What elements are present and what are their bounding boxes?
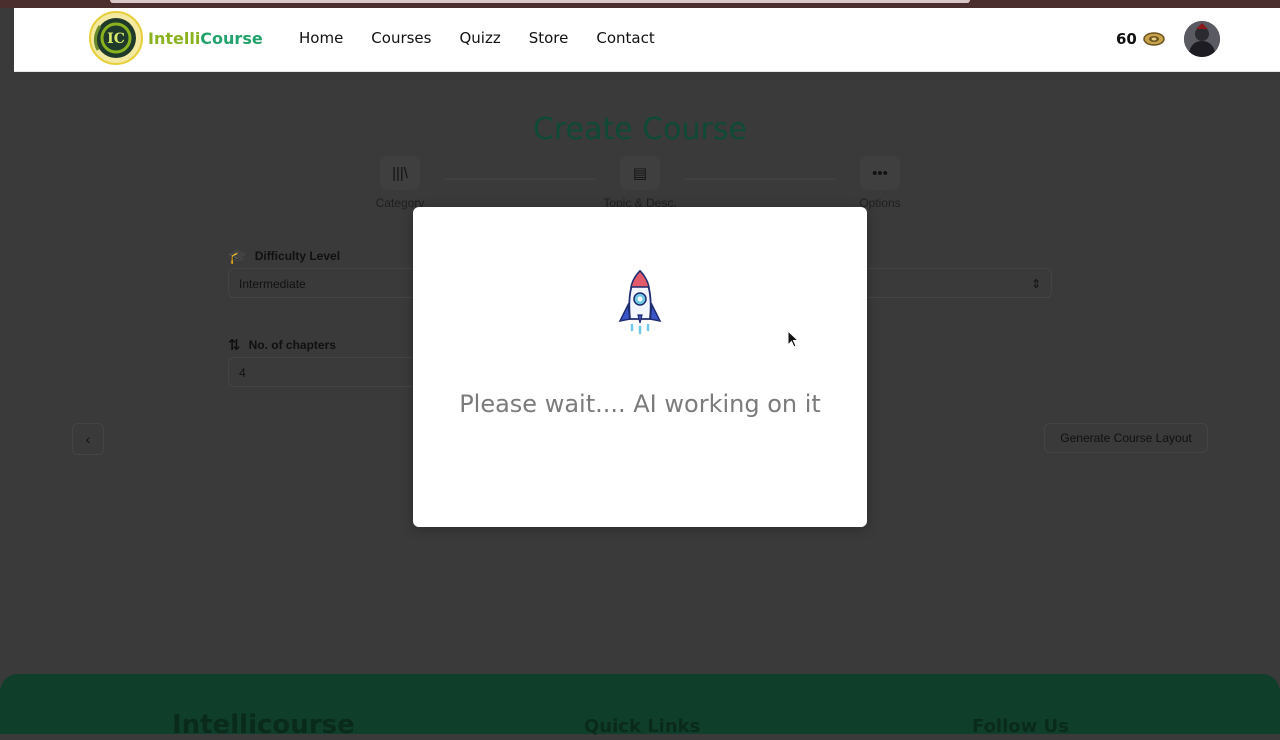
nav-links: Home Courses Quizz Store Contact bbox=[299, 29, 655, 47]
avatar-image bbox=[1184, 21, 1220, 57]
scroll-icon: ▤ bbox=[620, 156, 660, 190]
step-category[interactable]: |||\ Category bbox=[345, 156, 455, 210]
nav-link-courses[interactable]: Courses bbox=[371, 29, 431, 47]
step-options[interactable]: ••• Options bbox=[825, 156, 935, 210]
step-label: Options bbox=[859, 196, 901, 210]
step-topic[interactable]: ▤ Topic & Desc. bbox=[585, 156, 695, 210]
chapters-input[interactable]: 4 bbox=[228, 357, 418, 387]
footer-quick-links: Quick Links bbox=[584, 716, 701, 737]
browser-top-strip bbox=[0, 0, 1280, 8]
step-connector bbox=[445, 178, 595, 180]
coin-count: 60 bbox=[1116, 30, 1137, 48]
duration-select[interactable]: ⇕ bbox=[862, 268, 1052, 298]
step-connector bbox=[685, 178, 835, 180]
brand-name: IntelliCourse bbox=[148, 28, 263, 48]
difficulty-select[interactable]: Intermediate bbox=[228, 268, 418, 298]
footer-follow-us: Follow Us bbox=[972, 716, 1069, 737]
back-button[interactable]: ‹ bbox=[72, 423, 104, 455]
page-title: Create Course bbox=[533, 112, 747, 147]
loading-message: Please wait.... AI working on it bbox=[459, 390, 821, 418]
graduation-cap-icon: 🎓 bbox=[228, 248, 247, 265]
navbar: IC IntelliCourse Home Courses Quizz Stor… bbox=[14, 8, 1280, 72]
library-icon: |||\ bbox=[380, 156, 420, 190]
coin-icon bbox=[1143, 32, 1165, 46]
intellicourse-logo-icon: IC bbox=[89, 11, 143, 65]
svg-text:IC: IC bbox=[107, 31, 125, 47]
generate-course-layout-button[interactable]: Generate Course Layout bbox=[1044, 423, 1208, 453]
nav-link-home[interactable]: Home bbox=[299, 29, 343, 47]
difficulty-label: 🎓 Difficulty Level bbox=[228, 248, 341, 265]
user-avatar[interactable] bbox=[1184, 21, 1220, 57]
coin-balance[interactable]: 60 bbox=[1116, 30, 1165, 48]
rocket-icon bbox=[618, 269, 662, 335]
nav-link-quizz[interactable]: Quizz bbox=[459, 29, 500, 47]
more-icon: ••• bbox=[860, 156, 900, 190]
loading-modal: Please wait.... AI working on it bbox=[413, 207, 867, 527]
nav-link-store[interactable]: Store bbox=[529, 29, 569, 47]
chapters-label: ⇅ No. of chapters bbox=[228, 337, 336, 354]
nav-link-contact[interactable]: Contact bbox=[596, 29, 654, 47]
select-arrows-icon: ⇕ bbox=[1030, 277, 1041, 291]
mouse-cursor-icon bbox=[787, 330, 799, 348]
sort-numeric-icon: ⇅ bbox=[228, 337, 241, 354]
chevron-left-icon: ‹ bbox=[85, 431, 91, 447]
footer: Intellicourse Quick Links Follow Us bbox=[0, 674, 1280, 740]
footer-brand: Intellicourse bbox=[172, 710, 355, 740]
logo[interactable]: IC IntelliCourse bbox=[88, 10, 263, 66]
address-bar-edge bbox=[110, 0, 970, 3]
